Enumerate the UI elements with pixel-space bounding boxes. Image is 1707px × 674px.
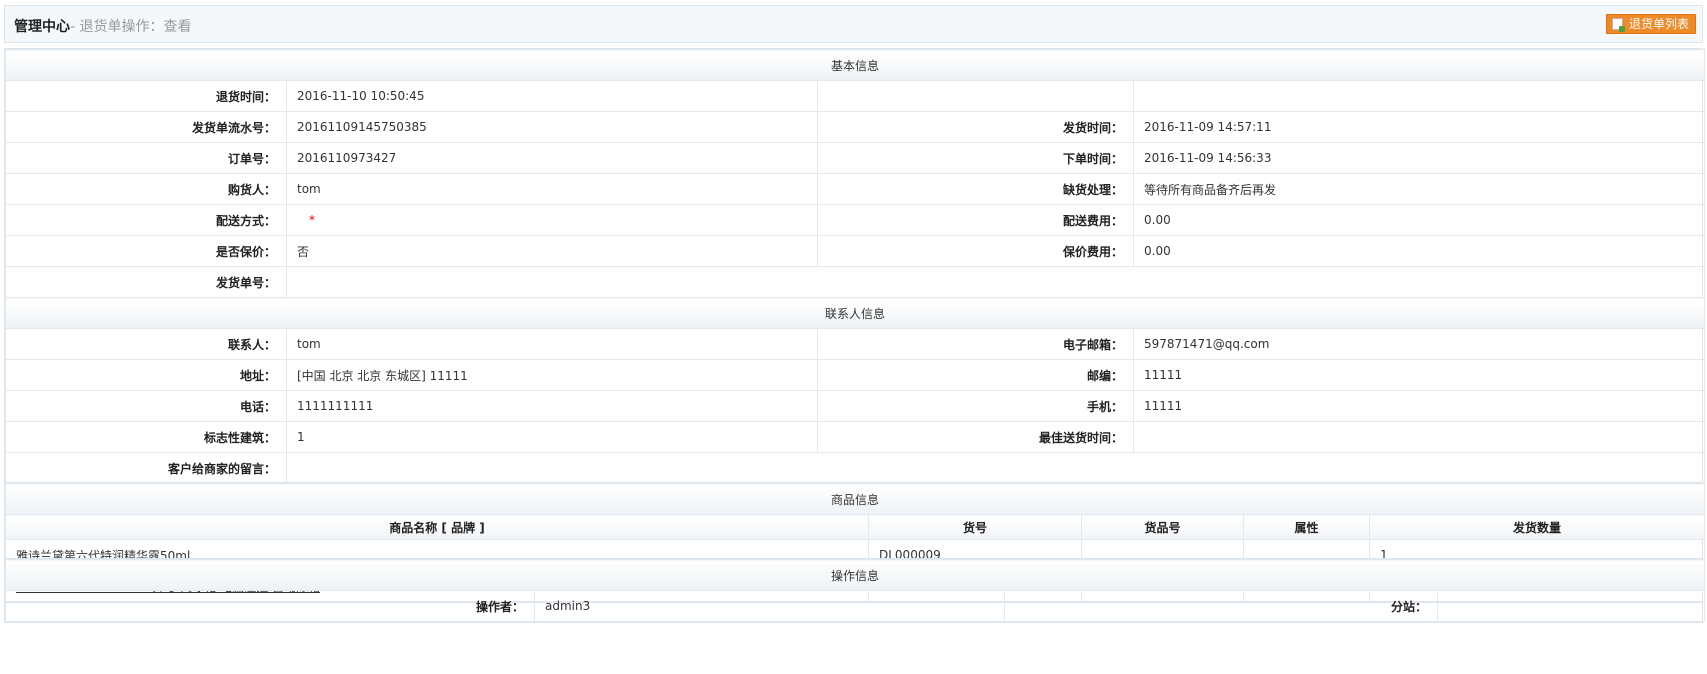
info-value: [中国 北京 北京 东城区] 11111 bbox=[286, 359, 818, 391]
contact-info-caption: 联系人信息 bbox=[4, 297, 1706, 329]
info-value: 11111 bbox=[1132, 359, 1706, 391]
info-label: 联系人： bbox=[5, 328, 287, 360]
operator-value: admin3 bbox=[534, 590, 1005, 622]
goods-info-caption: 商品信息 bbox=[4, 483, 1706, 515]
info-value: 2016-11-09 14:56:33 bbox=[1132, 142, 1706, 174]
info-value: 0.00 bbox=[1132, 204, 1706, 236]
info-value: 0.00 bbox=[1132, 235, 1706, 267]
branch-value bbox=[1436, 590, 1706, 622]
info-label: 最佳送货时间： bbox=[817, 421, 1134, 453]
table-row: 客户给商家的留言： bbox=[5, 452, 1706, 484]
operator-label: 操作者： bbox=[5, 590, 535, 622]
info-label: 配送方式： bbox=[5, 204, 287, 236]
page-subtitle: - 退货单操作：查看 bbox=[70, 19, 192, 35]
info-label: 邮编： bbox=[817, 359, 1134, 391]
page-title: 管理中心- 退货单操作：查看 bbox=[14, 16, 192, 36]
info-value: 2016110973427 bbox=[286, 142, 818, 174]
info-value bbox=[1132, 421, 1706, 453]
table-header-row: 商品名称 [ 品牌 ] 货号 货品号 属性 发货数量 bbox=[5, 514, 1706, 540]
table-row: 操作者： admin3 分站： bbox=[5, 590, 1706, 622]
info-value: 否 bbox=[286, 235, 818, 267]
column-header: 货号 bbox=[868, 514, 1082, 540]
basic-info-section: 基本信息 退货时间： 2016-11-10 10:50:45 发货单流水号： 2… bbox=[4, 48, 1706, 485]
info-label: 缺货处理： bbox=[817, 173, 1134, 205]
info-label: 发货时间： bbox=[817, 111, 1134, 143]
table-row: 配送方式： * 配送费用： 0.00 bbox=[5, 204, 1706, 236]
operation-info-section: 操作信息 操作者： admin3 分站： bbox=[4, 558, 1706, 623]
info-label: 保价费用： bbox=[817, 235, 1134, 267]
branch-label: 分站： bbox=[1004, 590, 1438, 622]
info-label: 发货单流水号： bbox=[5, 111, 287, 143]
operation-info-caption: 操作信息 bbox=[4, 559, 1706, 591]
info-value: 2016-11-09 14:57:11 bbox=[1132, 111, 1706, 143]
column-header: 商品名称 [ 品牌 ] bbox=[5, 514, 869, 540]
info-label: 配送费用： bbox=[817, 204, 1134, 236]
info-label: 下单时间： bbox=[817, 142, 1134, 174]
info-value: tom bbox=[286, 328, 818, 360]
info-value: 11111 bbox=[1132, 390, 1706, 422]
info-value: 1111111111 bbox=[286, 390, 818, 422]
info-label: 手机： bbox=[817, 390, 1134, 422]
page-title-main: 管理中心 bbox=[14, 19, 70, 35]
info-label bbox=[817, 80, 1134, 112]
document-add-icon bbox=[1611, 18, 1625, 32]
table-row: 是否保价： 否 保价费用： 0.00 bbox=[5, 235, 1706, 267]
table-row: 发货单号： bbox=[5, 266, 1706, 298]
basic-info-table: 基本信息 退货时间： 2016-11-10 10:50:45 发货单流水号： 2… bbox=[4, 49, 1706, 484]
info-label: 地址： bbox=[5, 359, 287, 391]
info-value: 597871471@qq.com bbox=[1132, 328, 1706, 360]
info-value bbox=[285, 266, 1706, 298]
info-label: 发货单号： bbox=[5, 266, 287, 298]
info-label: 购货人： bbox=[5, 173, 287, 205]
column-header: 属性 bbox=[1243, 514, 1370, 540]
info-value bbox=[285, 452, 1706, 484]
table-row: 订单号： 2016110973427 下单时间： 2016-11-09 14:5… bbox=[5, 142, 1706, 174]
info-value: 2016-11-10 10:50:45 bbox=[286, 80, 818, 112]
info-label: 标志性建筑： bbox=[5, 421, 287, 453]
table-row: 地址： [中国 北京 北京 东城区] 11111 邮编： 11111 bbox=[5, 359, 1706, 391]
return-list-button[interactable]: 退货单列表 bbox=[1605, 14, 1696, 34]
table-row: 联系人： tom 电子邮箱： 597871471@qq.com bbox=[5, 328, 1706, 360]
required-mark: * bbox=[309, 213, 315, 227]
info-value: 20161109145750385 bbox=[286, 111, 818, 143]
operation-table: 操作信息 操作者： admin3 分站： bbox=[4, 559, 1706, 622]
info-value: 等待所有商品备齐后再发 bbox=[1132, 173, 1706, 205]
table-row: 电话： 1111111111 手机： 11111 bbox=[5, 390, 1706, 422]
column-header: 货品号 bbox=[1081, 514, 1244, 540]
basic-info-caption: 基本信息 bbox=[4, 49, 1706, 81]
info-value bbox=[1132, 80, 1706, 112]
info-label: 电话： bbox=[5, 390, 287, 422]
table-row: 退货时间： 2016-11-10 10:50:45 bbox=[5, 80, 1706, 112]
info-label: 退货时间： bbox=[5, 80, 287, 112]
table-row: 购货人： tom 缺货处理： 等待所有商品备齐后再发 bbox=[5, 173, 1706, 205]
info-label: 客户给商家的留言： bbox=[5, 452, 287, 484]
page-header: 管理中心- 退货单操作：查看 退货单列表 bbox=[4, 5, 1703, 43]
info-label: 订单号： bbox=[5, 142, 287, 174]
info-label: 是否保价： bbox=[5, 235, 287, 267]
return-list-button-label: 退货单列表 bbox=[1628, 17, 1689, 31]
table-row: 标志性建筑： 1 最佳送货时间： bbox=[5, 421, 1706, 453]
shipping-method-value: * bbox=[286, 204, 818, 236]
info-value: tom bbox=[286, 173, 818, 205]
info-value: 1 bbox=[286, 421, 818, 453]
info-label: 电子邮箱： bbox=[817, 328, 1134, 360]
table-row: 发货单流水号： 20161109145750385 发货时间： 2016-11-… bbox=[5, 111, 1706, 143]
column-header: 发货数量 bbox=[1368, 514, 1706, 540]
